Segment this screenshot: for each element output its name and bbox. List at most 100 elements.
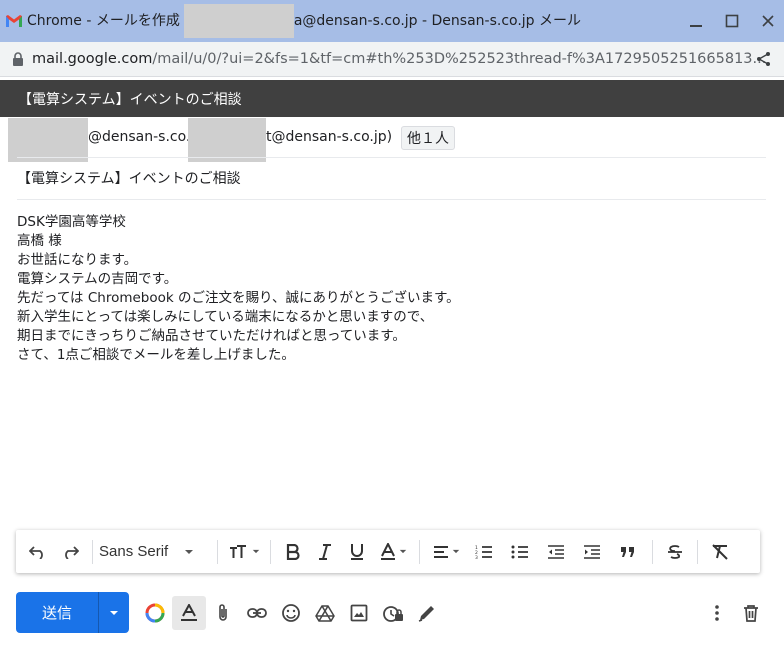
underline-button[interactable]	[341, 537, 373, 567]
window-title: Chrome - メールを作成 - a@densan-s.co.jp - Den…	[27, 4, 581, 38]
caret-down-icon	[252, 549, 259, 554]
drive-icon	[315, 604, 335, 622]
indent-less-button[interactable]	[538, 537, 574, 567]
toolbar-separator	[270, 539, 271, 564]
paperclip-icon	[219, 603, 227, 621]
compose-actions: 送信	[16, 592, 776, 633]
body-line: さて、1点ご相談でメールを差し上げました。	[17, 347, 295, 363]
toolbar-separator	[419, 539, 420, 564]
remove-formatting-button[interactable]	[704, 537, 736, 567]
compose-header-title: 【電算システム】イベントのご相談	[18, 91, 242, 108]
numbered-list-icon: 123	[475, 545, 492, 559]
underline-icon	[351, 543, 363, 560]
layout-button[interactable]	[138, 596, 172, 630]
url-domain: mail.google.com	[32, 51, 153, 67]
caret-down-icon	[399, 549, 406, 554]
toolbar-separator	[217, 539, 218, 564]
recipient-2[interactable]: t@densan-s.co.jp)	[266, 129, 392, 145]
more-options-button[interactable]	[700, 596, 734, 630]
attach-file-button[interactable]	[206, 596, 240, 630]
recipients-divider	[17, 157, 766, 158]
redacted-block	[8, 118, 88, 162]
emoji-icon	[282, 603, 300, 622]
insert-emoji-button[interactable]	[274, 596, 308, 630]
body-line: 新入学生にとっては楽しみにしている端末になるかと思いますので、	[17, 309, 434, 325]
window-titlebar: Chrome - メールを作成 - a@densan-s.co.jp - Den…	[0, 0, 784, 42]
body-line: DSK学園高等学校	[17, 214, 126, 230]
confidential-mode-button[interactable]	[376, 596, 410, 630]
formatting-options-button[interactable]	[172, 595, 206, 630]
pen-icon	[418, 605, 434, 622]
body-line: 期日までにきっちりご納品させていただければと思っています。	[17, 328, 406, 344]
other-recipients-chip[interactable]: 他１人	[401, 126, 455, 150]
undo-button[interactable]	[22, 537, 54, 567]
trash-icon	[744, 604, 758, 622]
layouts-icon	[145, 603, 165, 622]
bold-icon	[286, 543, 300, 560]
link-icon	[247, 607, 267, 618]
recipient-1[interactable]: @densan-s.co.j	[88, 129, 194, 145]
maximize-icon	[725, 14, 739, 28]
more-vert-icon	[715, 604, 719, 621]
font-size-button[interactable]	[224, 537, 264, 567]
minimize-button[interactable]	[678, 0, 714, 42]
caret-down-icon	[185, 549, 194, 554]
text-color-button[interactable]	[373, 537, 413, 567]
bulleted-list-button[interactable]	[502, 537, 538, 567]
indent-more-button[interactable]	[574, 537, 610, 567]
toolbar-separator	[697, 539, 698, 564]
font-family-select[interactable]: Sans Serif	[99, 537, 211, 567]
strikethrough-button[interactable]	[659, 537, 691, 567]
lock-icon	[13, 52, 23, 66]
caret-down-icon	[452, 549, 459, 554]
address-bar[interactable]: mail.google.com/mail/u/0/?ui=2&fs=1&tf=c…	[0, 42, 784, 77]
font-size-icon	[229, 544, 246, 558]
align-button[interactable]	[426, 537, 466, 567]
bulleted-list-icon	[511, 545, 528, 558]
align-left-icon	[433, 545, 448, 558]
undo-icon	[29, 545, 43, 559]
strikethrough-icon	[668, 544, 682, 559]
font-family-label: Sans Serif	[99, 543, 169, 560]
numbered-list-button[interactable]: 123	[466, 537, 502, 567]
subject-divider	[17, 199, 766, 200]
body-line: 高橋 様	[17, 233, 62, 249]
compose-header: 【電算システム】イベントのご相談	[0, 80, 784, 117]
url-text[interactable]: mail.google.com/mail/u/0/?ui=2&fs=1&tf=c…	[32, 51, 766, 67]
caret-down-icon	[110, 610, 118, 615]
formatting-toolbar: Sans Serif 123	[16, 530, 760, 573]
toolbar-separator	[92, 539, 93, 564]
send-options-button[interactable]	[98, 592, 129, 633]
insert-drive-file-button[interactable]	[308, 596, 342, 630]
subject-field[interactable]: 【電算システム】イベントのご相談	[17, 168, 241, 188]
redo-button[interactable]	[54, 537, 86, 567]
insert-link-button[interactable]	[240, 596, 274, 630]
insert-photo-button[interactable]	[342, 596, 376, 630]
quote-button[interactable]	[610, 537, 646, 567]
share-icon[interactable]	[756, 51, 772, 67]
maximize-button[interactable]	[714, 0, 750, 42]
bold-button[interactable]	[277, 537, 309, 567]
quote-icon	[621, 546, 634, 557]
url-path: /mail/u/0/?ui=2&fs=1&tf=cm#th%253D%25252…	[152, 51, 767, 67]
redacted-block	[183, 4, 294, 38]
italic-button[interactable]	[309, 537, 341, 567]
text-color-icon	[380, 542, 395, 560]
redo-icon	[65, 545, 79, 559]
body-line: お世話になります。	[17, 252, 138, 268]
message-body[interactable]: DSK学園高等学校 高橋 様 お世話になります。 電算システムの吉岡です。 先だ…	[17, 213, 460, 365]
close-button[interactable]	[750, 0, 784, 42]
send-button[interactable]: 送信	[16, 592, 98, 633]
window-title-prefix: Chrome - メールを作成 -	[27, 13, 194, 29]
remove-formatting-icon	[712, 543, 728, 560]
body-line: 先だっては Chromebook のご注文を賜り、誠にありがとうございます。	[17, 290, 460, 306]
italic-icon	[319, 543, 331, 560]
insert-signature-button[interactable]	[410, 596, 444, 630]
discard-draft-button[interactable]	[734, 596, 768, 630]
minimize-icon	[690, 25, 702, 27]
image-icon	[350, 604, 368, 621]
gmail-icon	[6, 15, 22, 27]
indent-more-icon	[584, 544, 600, 559]
text-format-icon	[181, 603, 197, 621]
redacted-block	[188, 118, 266, 162]
